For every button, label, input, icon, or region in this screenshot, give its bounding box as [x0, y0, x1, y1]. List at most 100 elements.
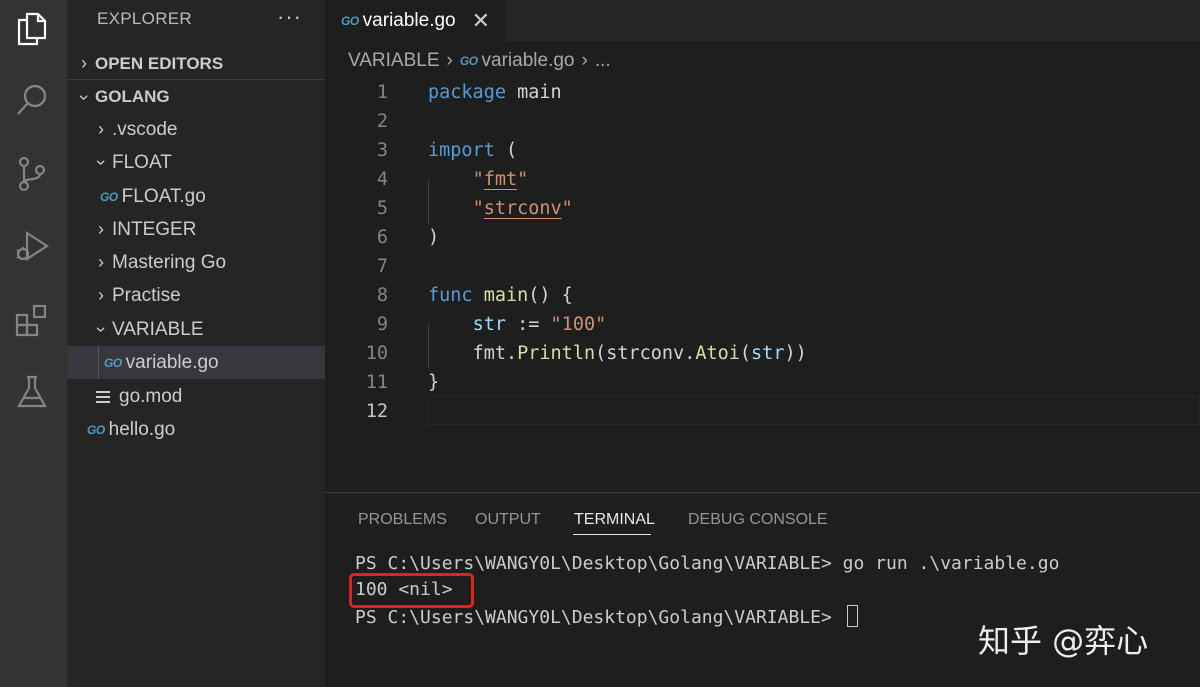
tree-item-label: INTEGER: [112, 218, 197, 240]
code-line: 5 "strconv": [325, 194, 1200, 223]
tab-terminal[interactable]: TERMINAL: [574, 511, 655, 529]
line-number: 6: [376, 227, 388, 248]
tree-item-practise[interactable]: › Practise: [67, 279, 325, 312]
tree-item-vscode[interactable]: › .vscode: [67, 113, 325, 146]
breadcrumb-ellipsis[interactable]: ...: [595, 50, 611, 72]
testing-icon[interactable]: [10, 370, 54, 414]
tree-item-variable[interactable]: › VARIABLE: [67, 313, 325, 346]
code-line: 7: [325, 252, 1200, 281]
sidebar-title: EXPLORER: [97, 9, 192, 28]
terminal-line: PS C:\Users\WANGY0L\Desktop\Golang\VARIA…: [355, 553, 1060, 574]
terminal-prompt: PS C:\Users\WANGY0L\Desktop\Golang\VARIA…: [355, 607, 843, 628]
terminal-prompt-line[interactable]: PS C:\Users\WANGY0L\Desktop\Golang\VARIA…: [355, 605, 858, 628]
workspace-root-section[interactable]: › GOLANG: [67, 82, 325, 112]
chevron-right-icon: ›: [98, 219, 104, 239]
code-text: import (: [428, 140, 518, 161]
active-tab-indicator: [573, 534, 651, 535]
code-text: "strconv": [472, 198, 573, 219]
search-icon[interactable]: [10, 78, 54, 122]
code-text: ): [428, 227, 440, 248]
tree-item-variable-go[interactable]: GO variable.go: [67, 346, 325, 379]
more-actions-icon[interactable]: ···: [277, 4, 302, 30]
code-text: }: [428, 372, 440, 393]
line-number: 8: [376, 285, 388, 306]
code-line: 12: [325, 397, 1200, 426]
open-editors-label: OPEN EDITORS: [95, 53, 224, 73]
chevron-right-icon: ›: [446, 50, 453, 71]
file-lines-icon: [96, 388, 110, 406]
code-line: 1 package main: [325, 78, 1200, 107]
code-line: 4 "fmt": [325, 165, 1200, 194]
code-text: fmt.Println(strconv.Atoi(str)): [472, 343, 807, 364]
line-number: 9: [376, 314, 388, 335]
tree-item-hello-go[interactable]: GO hello.go: [67, 413, 325, 446]
line-number: 7: [376, 256, 388, 277]
code-text: str := "100": [472, 314, 607, 335]
line-number: 4: [376, 169, 388, 190]
tree-item-label: go.mod: [119, 385, 183, 407]
line-number: 2: [376, 111, 388, 132]
workspace-root-label: GOLANG: [95, 87, 170, 106]
code-text: package main: [428, 82, 562, 103]
source-control-icon[interactable]: [10, 152, 54, 196]
go-file-icon: GO: [87, 422, 105, 437]
tab-debug-console[interactable]: DEBUG CONSOLE: [688, 511, 828, 529]
tree-item-go-mod[interactable]: go.mod: [67, 380, 325, 413]
tab-variable-go[interactable]: GO variable.go ✕: [325, 0, 505, 42]
tab-label: variable.go: [362, 10, 456, 31]
tree-item-mastering-go[interactable]: › Mastering Go: [67, 246, 325, 279]
tree-item-label: variable.go: [125, 351, 219, 373]
tree-item-integer[interactable]: › INTEGER: [67, 213, 325, 246]
tab-problems[interactable]: PROBLEMS: [358, 511, 447, 529]
line-number: 1: [376, 82, 388, 103]
go-file-icon: GO: [459, 54, 478, 68]
editor-tab-bar: GO variable.go ✕: [325, 0, 1200, 42]
extensions-icon[interactable]: [10, 298, 54, 342]
chevron-down-icon: ›: [91, 159, 112, 166]
code-text: "fmt": [472, 169, 529, 190]
tab-output[interactable]: OUTPUT: [475, 511, 541, 529]
activity-bar: [0, 0, 67, 687]
chevron-down-icon: ›: [91, 326, 112, 333]
code-line: 6 ): [325, 223, 1200, 252]
indent-guide: [98, 346, 99, 379]
chevron-down-icon: ›: [74, 94, 95, 100]
tree-item-float-go[interactable]: GO FLOAT.go: [67, 180, 325, 213]
tree-item-label: FLOAT: [112, 151, 172, 173]
code-line: 3 import (: [325, 136, 1200, 165]
go-file-icon: GO: [104, 355, 122, 370]
tree-item-float[interactable]: › FLOAT: [67, 146, 325, 179]
close-icon[interactable]: ✕: [472, 8, 490, 34]
go-file-icon: GO: [100, 189, 118, 204]
tree-item-label: Practise: [112, 284, 181, 306]
line-number: 11: [365, 372, 388, 393]
go-file-icon: GO: [341, 14, 359, 28]
code-line: 9 str := "100": [325, 310, 1200, 339]
run-debug-icon[interactable]: [10, 224, 54, 268]
line-number: 3: [376, 140, 388, 161]
tree-item-label: Mastering Go: [112, 251, 227, 273]
code-line: 2: [325, 107, 1200, 136]
line-number: 12: [365, 401, 388, 422]
chevron-right-icon: ›: [98, 119, 104, 139]
breadcrumb-folder[interactable]: VARIABLE: [348, 50, 440, 72]
highlight-box: [349, 573, 474, 608]
code-line: 10 fmt.Println(strconv.Atoi(str)): [325, 339, 1200, 368]
chevron-right-icon: ›: [81, 53, 87, 73]
chevron-right-icon: ›: [98, 252, 104, 272]
breadcrumb-file[interactable]: variable.go: [482, 50, 575, 72]
explorer-icon[interactable]: [10, 7, 54, 51]
line-number: 5: [376, 198, 388, 219]
tree-item-label: .vscode: [112, 118, 178, 140]
tree-item-label: FLOAT.go: [121, 185, 206, 207]
open-editors-section[interactable]: › OPEN EDITORS: [67, 48, 325, 80]
tree-item-label: VARIABLE: [112, 318, 204, 340]
chevron-right-icon: ›: [581, 50, 588, 71]
code-line: 8 func main() {: [325, 281, 1200, 310]
breadcrumb: VARIABLE › GO variable.go › ...: [348, 50, 611, 72]
tree-item-label: hello.go: [108, 418, 176, 440]
explorer-sidebar: EXPLORER ··· › OPEN EDITORS › GOLANG › .…: [67, 0, 325, 687]
code-line: 11 }: [325, 368, 1200, 397]
chevron-right-icon: ›: [98, 285, 104, 305]
code-text: func main() {: [428, 285, 573, 306]
